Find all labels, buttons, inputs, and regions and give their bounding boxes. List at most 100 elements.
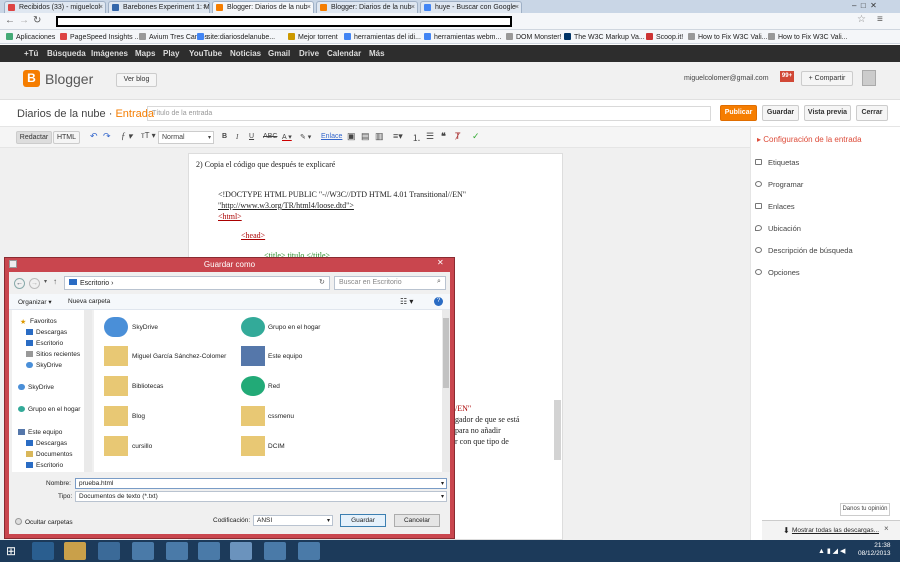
video-icon[interactable]: ▤ xyxy=(361,131,370,142)
publish-button[interactable]: Publicar xyxy=(720,105,757,121)
filename-input[interactable]: prueba.html ▾ xyxy=(75,478,447,489)
file-item[interactable]: cursillo xyxy=(132,443,152,450)
nav-item[interactable]: SkyDrive xyxy=(18,384,54,391)
tab-google-search[interactable]: huye - Buscar con Google × xyxy=(420,1,522,13)
nav-item[interactable]: SkyDrive xyxy=(26,362,62,369)
notification-badge[interactable]: 99+ xyxy=(780,71,794,82)
close-tab-icon[interactable]: × xyxy=(411,2,415,13)
bookmark[interactable]: herramientas webm... xyxy=(424,33,501,41)
app-icon[interactable] xyxy=(298,542,320,560)
file-item[interactable]: Bibliotecas xyxy=(132,383,163,390)
dialog-save-button[interactable]: Guardar xyxy=(340,514,386,527)
nav-item[interactable]: Documentos xyxy=(26,451,73,458)
close-tab-icon[interactable]: × xyxy=(307,2,311,13)
back-icon[interactable]: ← xyxy=(14,278,25,289)
bookmark[interactable]: PageSpeed Insights ... xyxy=(60,33,140,41)
tab-blogger-active[interactable]: Blogger: Diarios de la nub × xyxy=(212,1,314,13)
font-family-icon[interactable]: ƒ ▾ xyxy=(121,131,132,142)
file-item[interactable]: Este equipo xyxy=(268,353,302,360)
bookmark-apps[interactable]: Aplicaciones xyxy=(6,33,55,41)
gbar-link[interactable]: Gmail xyxy=(268,49,290,58)
image-icon[interactable]: ▣ xyxy=(347,131,356,142)
align-icon[interactable]: ≡▾ xyxy=(393,131,403,142)
app-icon[interactable] xyxy=(166,542,188,560)
reload-icon[interactable]: ↻ xyxy=(33,15,41,26)
explorer-icon[interactable] xyxy=(64,542,86,560)
bookmark[interactable]: How to Fix W3C Vali... xyxy=(768,33,848,41)
settings-schedule[interactable]: Programar xyxy=(755,180,803,189)
bookmark[interactable]: herramientas del idi... xyxy=(344,33,421,41)
bookmark[interactable]: site:diariosdelanube... xyxy=(197,33,275,41)
bookmark[interactable]: DOM Monster! xyxy=(506,33,562,41)
app-icon[interactable] xyxy=(132,542,154,560)
gbar-link[interactable]: Más xyxy=(369,49,385,58)
encoding-select[interactable]: ANSI ▾ xyxy=(253,515,333,526)
path-breadcrumb[interactable]: Escritorio › xyxy=(64,276,330,290)
settings-labels[interactable]: Etiquetas xyxy=(755,158,799,167)
gbar-link[interactable]: Play xyxy=(163,49,179,58)
spellcheck-icon[interactable]: ✓ xyxy=(472,131,480,142)
tab-blogger[interactable]: Blogger: Diarios de la nub × xyxy=(316,1,418,13)
bookmark[interactable]: The W3C Markup Va... xyxy=(564,33,645,41)
link-button[interactable]: Enlace xyxy=(321,133,342,140)
settings-location[interactable]: Ubicación xyxy=(755,224,801,233)
up-arrow-icon[interactable]: ↑ xyxy=(53,277,57,286)
bullet-list-icon[interactable]: ☰ xyxy=(426,131,434,142)
filetype-select[interactable]: Documentos de texto (*.txt) ▾ xyxy=(75,491,447,502)
preview-button[interactable]: Vista previa xyxy=(804,105,851,121)
post-settings-header[interactable]: ▸ Configuración de la entrada xyxy=(757,135,862,144)
organize-button[interactable]: Organizar ▾ xyxy=(18,298,52,306)
account-email[interactable]: miguelcolomer@gmail.com xyxy=(684,75,769,82)
nav-item[interactable]: Descargas xyxy=(26,329,67,336)
forward-icon[interactable]: → xyxy=(19,15,29,26)
gbar-link[interactable]: Drive xyxy=(299,49,319,58)
feedback-button[interactable]: Danos tu opinión xyxy=(840,503,890,516)
editor-scrollbar[interactable] xyxy=(554,400,561,460)
forward-icon[interactable]: → xyxy=(29,278,40,289)
file-item[interactable]: Grupo en el hogar xyxy=(268,324,320,331)
quote-icon[interactable]: ❝ xyxy=(441,131,446,142)
close-tab-icon[interactable]: × xyxy=(515,2,519,13)
nav-item[interactable]: Grupo en el hogar xyxy=(18,406,80,413)
settings-links[interactable]: Enlaces xyxy=(755,202,795,211)
nav-item[interactable]: Descargas xyxy=(26,440,67,447)
tray-icons[interactable]: ▲ ▮ ◢ ◀ xyxy=(818,547,845,555)
highlight-color-icon[interactable]: ✎ ▾ xyxy=(300,133,311,141)
view-blog-button[interactable]: Ver blog xyxy=(116,73,157,87)
strikethrough-icon[interactable]: ABC xyxy=(263,133,277,140)
clock[interactable]: 21:38 08/12/2013 xyxy=(858,542,891,558)
refresh-icon[interactable]: ↻ xyxy=(319,278,325,286)
gbar-link[interactable]: YouTube xyxy=(189,49,222,58)
file-item[interactable]: DCIM xyxy=(268,443,285,450)
gbar-link[interactable]: Imágenes xyxy=(91,49,128,58)
gbar-link[interactable]: +Tú xyxy=(24,49,38,58)
help-icon[interactable]: ? xyxy=(434,297,443,306)
nav-item[interactable]: Escritorio xyxy=(26,462,63,469)
bookmark[interactable]: How to Fix W3C Vali... xyxy=(688,33,768,41)
redo-icon[interactable]: ↷ xyxy=(103,131,111,142)
file-item[interactable]: Blog xyxy=(132,413,145,420)
blogger-logo-icon[interactable]: B xyxy=(23,70,40,87)
file-item[interactable]: cssmenu xyxy=(268,413,294,420)
nav-item[interactable]: ★ Favoritos xyxy=(20,318,57,326)
app-icon[interactable] xyxy=(264,542,286,560)
nav-scrollbar[interactable] xyxy=(84,310,92,472)
file-item[interactable]: SkyDrive xyxy=(132,324,158,331)
chrome-icon[interactable] xyxy=(98,542,120,560)
compose-mode-button[interactable]: Redactar xyxy=(16,131,52,144)
gbar-link[interactable]: Maps xyxy=(135,49,155,58)
view-options-icon[interactable]: ☷ ▾ xyxy=(400,297,413,306)
hide-folders-button[interactable]: Ocultar carpetas xyxy=(15,518,73,526)
notepad-taskbar-icon[interactable] xyxy=(230,542,252,560)
blogger-wordmark[interactable]: Blogger xyxy=(45,71,93,87)
close-post-button[interactable]: Cerrar xyxy=(856,105,888,121)
nav-item[interactable]: Escritorio xyxy=(26,340,63,347)
star-icon[interactable]: ☆ xyxy=(857,14,866,25)
bold-icon[interactable]: B xyxy=(222,133,227,140)
ie-icon[interactable] xyxy=(32,542,54,560)
window-controls[interactable]: – □ ✕ xyxy=(852,1,877,10)
bookmark[interactable]: Mejor torrent xyxy=(288,33,338,41)
app-icon[interactable] xyxy=(198,542,220,560)
numbered-list-icon[interactable]: ⒈ xyxy=(412,131,421,144)
tab-barebones[interactable]: Barebones Experiment 1: M × xyxy=(108,1,210,13)
